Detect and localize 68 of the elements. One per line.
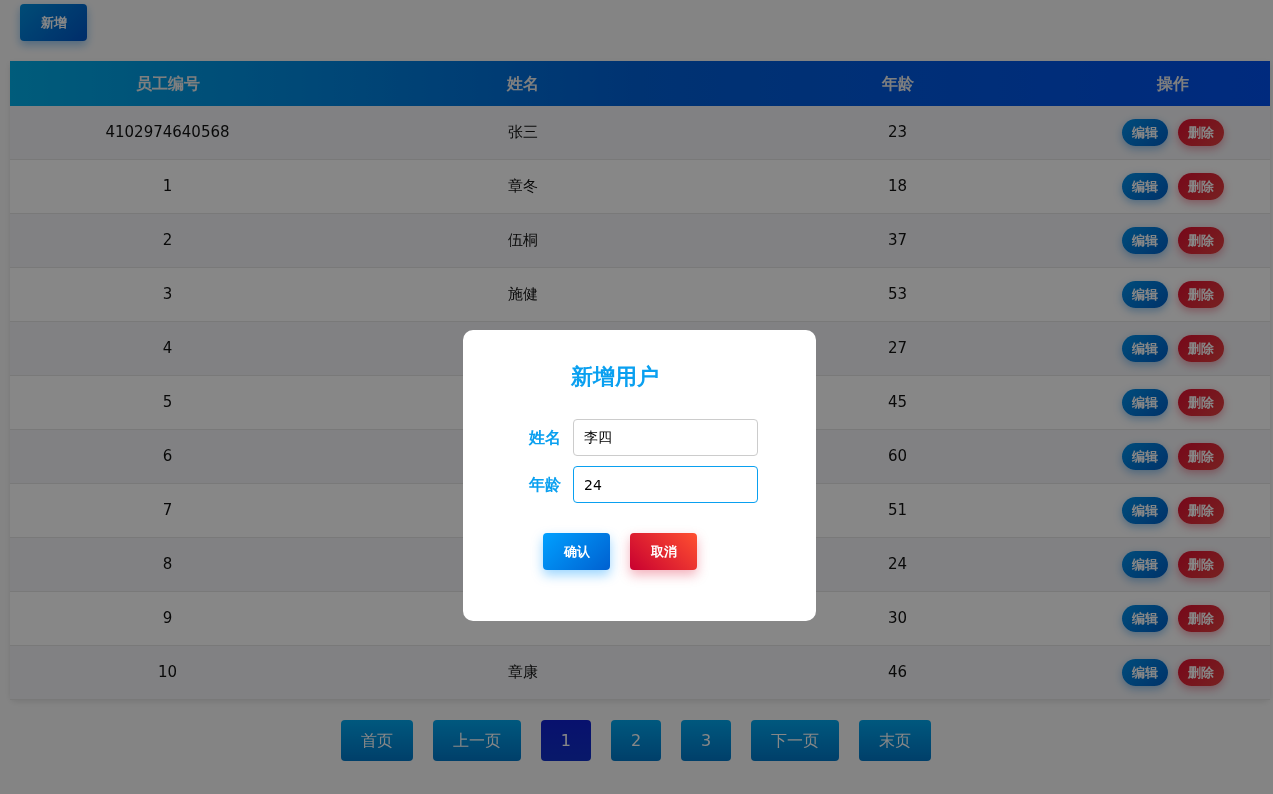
delete-button[interactable]: 删除 [1177,551,1224,578]
table-cell: 3 [162,285,173,304]
edit-button[interactable]: 编辑 [1121,281,1168,308]
table-cell: 53 [887,285,908,304]
delete-button[interactable]: 删除 [1177,173,1224,200]
input-field[interactable]: 李四 [573,419,758,456]
edit-button[interactable]: 编辑 [1121,335,1168,362]
table-cell: 46 [887,663,908,682]
table-cell: 张三 [507,123,538,142]
field-label: 姓名 [529,426,562,449]
confirm-button[interactable]: 确认 [543,533,610,570]
dialog-title: 新增用户 [571,363,660,391]
page-button[interactable]: 下一页 [751,720,840,761]
edit-button[interactable]: 编辑 [1121,443,1168,470]
table-cell: 23 [887,123,908,142]
table-cell: 51 [887,501,908,520]
table-cell: 60 [887,447,908,466]
table-cell: 章冬 [507,177,538,196]
delete-button[interactable]: 删除 [1177,389,1224,416]
table-cell: 30 [887,609,908,628]
edit-button[interactable]: 编辑 [1121,497,1168,524]
add-button[interactable]: 新增 [20,4,87,41]
edit-button[interactable]: 编辑 [1121,659,1168,686]
delete-button[interactable]: 删除 [1177,659,1224,686]
table-cell: 6 [162,447,173,466]
table-cell: 1 [162,177,173,196]
delete-button[interactable]: 删除 [1177,605,1224,632]
table-cell: 10 [157,663,178,682]
delete-button[interactable]: 删除 [1177,227,1224,254]
page-button[interactable]: 上一页 [432,720,521,761]
column-header: 员工编号 [134,72,201,95]
field-label: 年龄 [529,473,562,496]
edit-button[interactable]: 编辑 [1121,119,1168,146]
table-cell: 45 [887,393,908,412]
page-button[interactable]: 2 [610,720,662,761]
column-header: 年龄 [880,72,915,95]
table-cell: 9 [162,609,173,628]
edit-button[interactable]: 编辑 [1121,227,1168,254]
table-cell: 4102974640568 [105,123,230,142]
edit-button[interactable]: 编辑 [1121,551,1168,578]
edit-button[interactable]: 编辑 [1121,389,1168,416]
page-button[interactable]: 首页 [340,720,413,761]
table-cell: 8 [162,555,173,574]
table-cell: 18 [887,177,908,196]
table-cell: 37 [887,231,908,250]
edit-button[interactable]: 编辑 [1121,173,1168,200]
table-cell: 4 [162,339,173,358]
table-cell: 伍桐 [507,231,538,250]
table-cell: 施健 [507,285,538,304]
table-cell: 2 [162,231,173,250]
column-header: 操作 [1155,72,1190,95]
delete-button[interactable]: 删除 [1177,281,1224,308]
cancel-button[interactable]: 取消 [630,533,697,570]
column-header: 姓名 [505,72,540,95]
delete-button[interactable]: 删除 [1177,335,1224,362]
table-cell: 7 [162,501,173,520]
table-cell: 5 [162,393,173,412]
page-button[interactable]: 末页 [859,720,932,761]
delete-button[interactable]: 删除 [1177,497,1224,524]
table-cell: 27 [887,339,908,358]
number-field[interactable]: 24 [573,466,758,503]
delete-button[interactable]: 删除 [1177,119,1224,146]
edit-button[interactable]: 编辑 [1121,605,1168,632]
page-button[interactable]: 3 [681,720,732,761]
table-cell: 24 [887,555,908,574]
delete-button[interactable]: 删除 [1177,443,1224,470]
page-button[interactable]: 1 [540,720,591,761]
table-cell: 章康 [507,663,538,682]
